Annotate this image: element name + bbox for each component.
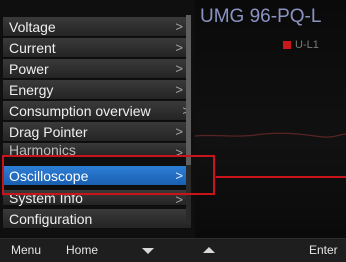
arrow-down-icon[interactable] [142,248,154,254]
menu-item-current[interactable]: Current > [3,38,191,58]
menu-item-label: Drag Pointer [9,123,88,140]
menu-item-label: Voltage [9,18,56,35]
softkey-bar: Menu Home Enter [0,238,346,262]
legend-label: U-L1 [295,39,319,51]
device-title: UMG 96-PQ-L [200,6,322,27]
legend-swatch [283,41,291,49]
chevron-right-icon: > [175,19,183,34]
menu-item-drag-pointer[interactable]: Drag Pointer > [3,122,191,142]
chevron-right-icon: > [175,61,183,76]
chevron-right-icon: > [175,124,183,139]
menu-scrollbar-thumb[interactable] [186,15,191,165]
main-menu: Voltage > Current > Power > Energy > Con… [0,0,195,238]
menu-item-label: Configuration [9,210,93,227]
menu-item-label: Power [9,60,49,77]
menu-softkey[interactable]: Menu [11,239,41,262]
highlight-annotation-box [2,155,215,195]
menu-item-configuration[interactable]: Configuration [3,209,191,229]
enter-softkey[interactable]: Enter [309,239,338,262]
waveform-trace [195,132,346,138]
chevron-right-icon: > [175,40,183,55]
menu-item-label: Current [9,39,56,56]
menu-item-power[interactable]: Power > [3,59,191,79]
menu-item-energy[interactable]: Energy > [3,80,191,100]
menu-item-voltage[interactable]: Voltage > [3,17,191,37]
menu-item-consumption-overview[interactable]: Consumption overview > [3,101,191,121]
callout-line [216,176,346,178]
arrow-up-icon[interactable] [203,247,215,253]
menu-item-label: Consumption overview [9,102,151,119]
legend: U-L1 [283,38,319,52]
display-pane [195,0,346,238]
home-softkey[interactable]: Home [66,239,98,262]
menu-item-label: Energy [9,81,54,98]
chevron-right-icon: > [175,82,183,97]
